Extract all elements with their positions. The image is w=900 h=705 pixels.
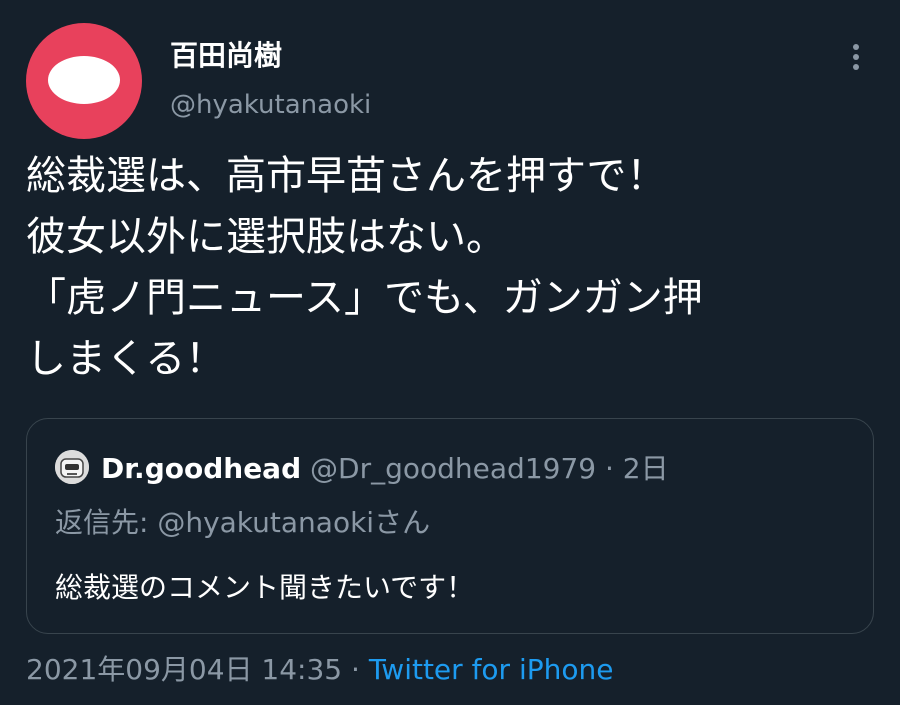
author-avatar[interactable]: [26, 23, 142, 139]
quoted-tweet[interactable]: Dr.goodhead @Dr_goodhead1979 · 2日 返信先: @…: [26, 418, 874, 634]
tweet-text-line: 総裁選は、高市早苗さんを押すで！: [26, 153, 667, 199]
more-options-button[interactable]: [842, 40, 870, 74]
avatar-ellipse: [48, 56, 120, 104]
tweet-text-line: 彼女以外に選択肢はない。: [26, 214, 506, 260]
tweet-meta: 2021年09月04日 14:35 · Twitter for iPhone: [26, 648, 614, 688]
tweet-source-link[interactable]: Twitter for iPhone: [369, 653, 614, 686]
quoted-timestamp[interactable]: 2日: [623, 452, 669, 485]
tweet-text-line: 「虎ノ門ニュース」でも、ガンガン押: [26, 275, 703, 321]
author-display-name[interactable]: 百田尚樹: [170, 34, 282, 74]
more-vertical-icon: [842, 40, 870, 74]
quoted-author-name[interactable]: Dr.goodhead: [101, 452, 301, 485]
meta-separator: ·: [351, 653, 360, 686]
tweet-timestamp[interactable]: 2021年09月04日 14:35: [26, 653, 342, 686]
quoted-reply-to: 返信先: @hyakutanaokiさん: [55, 506, 431, 539]
tweet-text-line: しまくる！: [26, 336, 226, 382]
quoted-tweet-text: 総裁選のコメント聞きたいです！: [55, 571, 475, 604]
quoted-tweet-header: Dr.goodhead @Dr_goodhead1979 · 2日: [101, 447, 669, 487]
author-handle[interactable]: @hyakutanaoki: [170, 90, 371, 120]
tweet-text: 総裁選は、高市早苗さんを押すで！ 彼女以外に選択肢はない。 「虎ノ門ニュース」で…: [26, 146, 886, 390]
quoted-separator: ·: [604, 452, 614, 485]
quoted-author-avatar[interactable]: [55, 450, 89, 484]
tweet-card: 百田尚樹 @hyakutanaoki 総裁選は、高市早苗さんを押すで！ 彼女以外…: [0, 0, 900, 705]
quoted-author-handle[interactable]: @Dr_goodhead1979: [310, 452, 596, 485]
